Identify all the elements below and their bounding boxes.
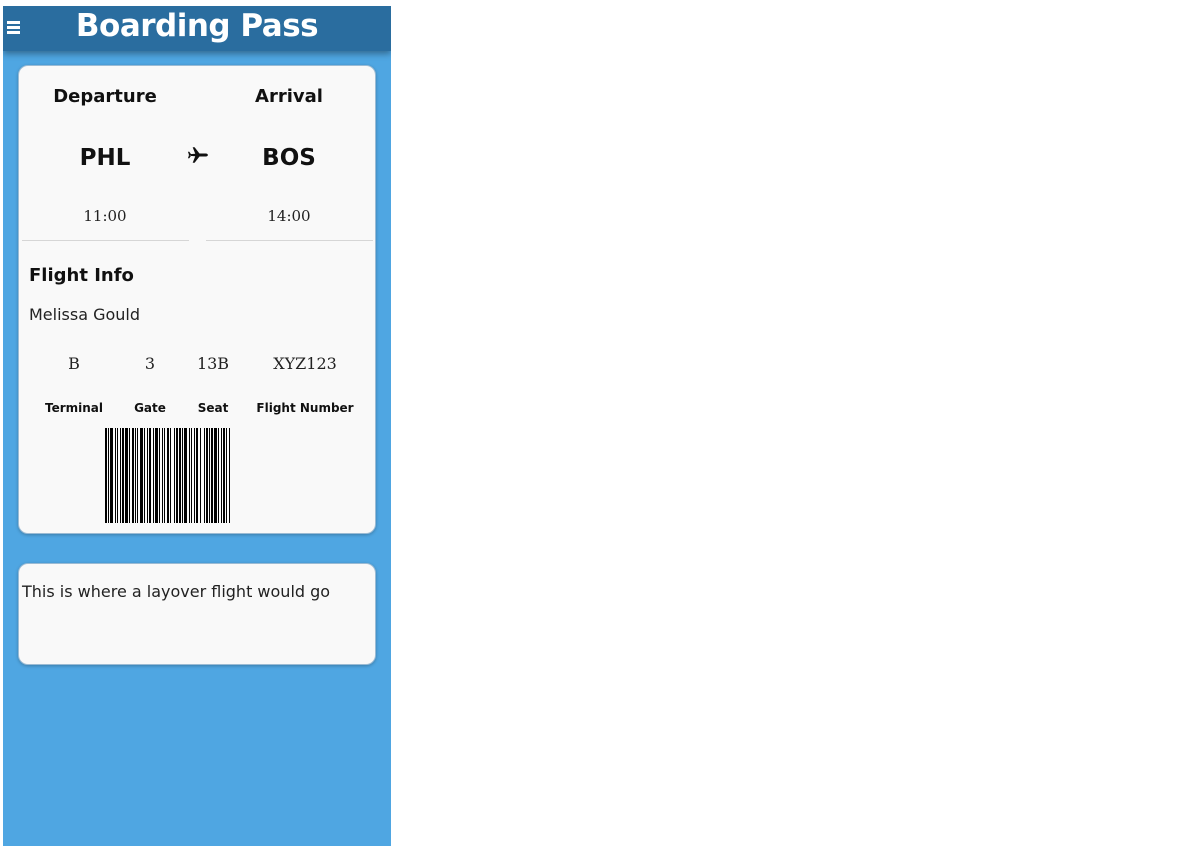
seat-value: 13B bbox=[196, 354, 230, 373]
departure-airport-code: PHL bbox=[79, 145, 131, 171]
departure-time: 11:00 bbox=[83, 207, 127, 225]
barcode bbox=[105, 428, 230, 523]
top-bar: Boarding Pass bbox=[3, 6, 391, 51]
divider-right bbox=[206, 240, 373, 241]
terminal-label: Terminal bbox=[44, 401, 104, 415]
boarding-pass-card: Departure Arrival PHL BOS 11:00 14:00 Fl… bbox=[18, 65, 376, 534]
page-title: Boarding Pass bbox=[75, 8, 319, 44]
flight-number-label: Flight Number bbox=[256, 401, 354, 415]
layover-card: This is where a layover flight would go bbox=[18, 563, 376, 665]
divider-left bbox=[22, 240, 189, 241]
arrival-label: Arrival bbox=[255, 86, 323, 107]
flight-info-heading: Flight Info bbox=[29, 265, 134, 286]
seat-label: Seat bbox=[197, 401, 229, 415]
arrival-time: 14:00 bbox=[267, 207, 311, 225]
flight-number-value: XYZ123 bbox=[273, 354, 337, 373]
departure-label: Departure bbox=[53, 86, 157, 107]
airplane-icon bbox=[187, 147, 208, 163]
terminal-value: B bbox=[68, 354, 80, 373]
passenger-name: Melissa Gould bbox=[29, 305, 141, 324]
gate-value: 3 bbox=[144, 354, 156, 373]
gate-label: Gate bbox=[134, 401, 166, 415]
layover-text: This is where a layover flight would go bbox=[22, 582, 331, 601]
app-screen: Boarding Pass Departure Arrival PHL BOS … bbox=[3, 6, 391, 846]
arrival-airport-code: BOS bbox=[262, 145, 316, 171]
